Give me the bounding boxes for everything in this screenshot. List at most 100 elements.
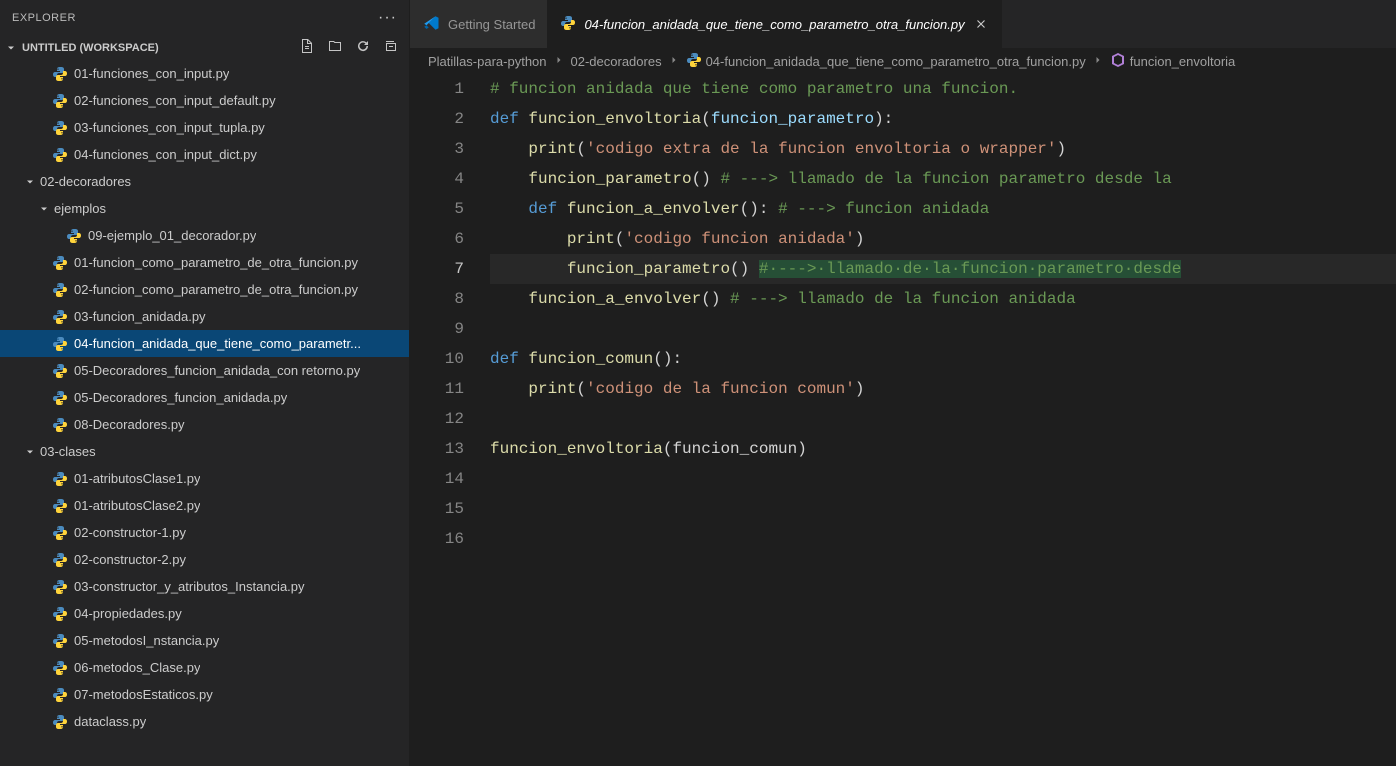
code-editor[interactable]: 12345678910111213141516 # funcion anidad… — [410, 74, 1396, 766]
file-item[interactable]: 08-Decoradores.py — [0, 411, 409, 438]
file-item[interactable]: 03-funciones_con_input_tupla.py — [0, 114, 409, 141]
file-item[interactable]: 02-constructor-1.py — [0, 519, 409, 546]
file-item[interactable]: 01-funcion_como_parametro_de_otra_funcio… — [0, 249, 409, 276]
file-item[interactable]: 09-ejemplo_01_decorador.py — [0, 222, 409, 249]
explorer-title: EXPLORER — [12, 12, 76, 24]
workspace-actions — [299, 38, 407, 57]
python-icon — [52, 471, 68, 487]
folder-item[interactable]: ejemplos — [0, 195, 409, 222]
python-icon — [52, 120, 68, 136]
code-text-area[interactable]: # funcion anidada que tiene como paramet… — [490, 74, 1396, 766]
file-item[interactable]: 02-funcion_como_parametro_de_otra_funcio… — [0, 276, 409, 303]
tree-item-label: 06-metodos_Clase.py — [74, 660, 200, 675]
tree-item-label: 08-Decoradores.py — [74, 417, 185, 432]
line-number: 9 — [410, 314, 464, 344]
line-number: 1 — [410, 74, 464, 104]
code-line[interactable]: funcion_parametro() # ---> llamado de la… — [490, 164, 1396, 194]
file-item[interactable]: dataclass.py — [0, 708, 409, 735]
file-item[interactable]: 06-metodos_Clase.py — [0, 654, 409, 681]
line-number: 7 — [410, 254, 464, 284]
editor-tab[interactable]: 04-funcion_anidada_que_tiene_como_parame… — [548, 0, 1001, 48]
python-icon — [52, 660, 68, 676]
tree-item-label: 03-funciones_con_input_tupla.py — [74, 120, 265, 135]
file-item[interactable]: 05-Decoradores_funcion_anidada.py — [0, 384, 409, 411]
code-line[interactable]: def funcion_comun(): — [490, 344, 1396, 374]
file-item[interactable]: 05-Decoradores_funcion_anidada_con retor… — [0, 357, 409, 384]
editor-tab[interactable]: Getting Started — [410, 0, 548, 48]
python-icon — [52, 687, 68, 703]
tree-item-label: 09-ejemplo_01_decorador.py — [88, 228, 256, 243]
code-line[interactable]: def funcion_envoltoria(funcion_parametro… — [490, 104, 1396, 134]
code-line[interactable] — [490, 524, 1396, 554]
folder-item[interactable]: 02-decoradores — [0, 168, 409, 195]
file-item[interactable]: 03-constructor_y_atributos_Instancia.py — [0, 573, 409, 600]
file-item[interactable]: 04-funcion_anidada_que_tiene_como_parame… — [0, 330, 409, 357]
line-number: 6 — [410, 224, 464, 254]
python-icon — [52, 309, 68, 325]
code-line[interactable]: print('codigo de la funcion comun') — [490, 374, 1396, 404]
code-line[interactable]: funcion_a_envolver() # ---> llamado de l… — [490, 284, 1396, 314]
breadcrumbs[interactable]: Platillas-para-python 02-decoradores 04-fu… — [410, 48, 1396, 74]
chevron-down-icon — [4, 42, 18, 54]
tree-item-label: 03-clases — [40, 444, 96, 459]
breadcrumb-item[interactable]: 02-decoradores — [571, 54, 662, 69]
file-tree[interactable]: 01-funciones_con_input.py 02-funciones_co… — [0, 60, 409, 766]
new-file-icon[interactable] — [299, 38, 315, 57]
refresh-icon[interactable] — [355, 38, 371, 57]
breadcrumb-item[interactable]: funcion_envoltoria — [1110, 52, 1236, 71]
code-line[interactable] — [490, 494, 1396, 524]
python-icon — [52, 336, 68, 352]
tree-item-label: 02-funciones_con_input_default.py — [74, 93, 276, 108]
tree-item-label: 03-funcion_anidada.py — [74, 309, 206, 324]
line-number: 3 — [410, 134, 464, 164]
collapse-all-icon[interactable] — [383, 38, 399, 57]
chevron-down-icon — [36, 203, 52, 215]
python-icon — [52, 147, 68, 163]
code-line[interactable]: print('codigo funcion anidada') — [490, 224, 1396, 254]
tab-label: 04-funcion_anidada_que_tiene_como_parame… — [584, 17, 964, 32]
tree-item-label: 05-Decoradores_funcion_anidada_con retor… — [74, 363, 360, 378]
code-line[interactable]: print('codigo extra de la funcion envolt… — [490, 134, 1396, 164]
file-item[interactable]: 01-atributosClase1.py — [0, 465, 409, 492]
close-icon[interactable] — [973, 16, 989, 32]
breadcrumb-label: 02-decoradores — [571, 54, 662, 69]
code-line[interactable]: funcion_envoltoria(funcion_comun) — [490, 434, 1396, 464]
code-line[interactable]: # funcion anidada que tiene como paramet… — [490, 74, 1396, 104]
file-item[interactable]: 07-metodosEstaticos.py — [0, 681, 409, 708]
file-item[interactable]: 03-funcion_anidada.py — [0, 303, 409, 330]
code-line[interactable]: funcion_parametro() #·--->·llamado·de·la… — [490, 254, 1396, 284]
tree-item-label: 01-funciones_con_input.py — [74, 66, 229, 81]
file-item[interactable]: 02-constructor-2.py — [0, 546, 409, 573]
tree-item-label: 04-funcion_anidada_que_tiene_como_parame… — [74, 336, 361, 351]
line-number: 10 — [410, 344, 464, 374]
new-folder-icon[interactable] — [327, 38, 343, 57]
python-icon — [52, 552, 68, 568]
file-item[interactable]: 01-atributosClase2.py — [0, 492, 409, 519]
breadcrumb-item[interactable]: 04-funcion_anidada_que_tiene_como_parame… — [686, 52, 1086, 71]
main-editor-area: Getting Started 04-funcion_anidada_que_ti… — [410, 0, 1396, 766]
line-number: 2 — [410, 104, 464, 134]
tree-item-label: 04-propiedades.py — [74, 606, 182, 621]
file-item[interactable]: 01-funciones_con_input.py — [0, 60, 409, 87]
python-icon — [52, 363, 68, 379]
file-item[interactable]: 04-propiedades.py — [0, 600, 409, 627]
workspace-header[interactable]: UNTITLED (WORKSPACE) — [0, 35, 409, 60]
code-line[interactable] — [490, 464, 1396, 494]
breadcrumb-item[interactable]: Platillas-para-python — [428, 54, 547, 69]
python-icon — [52, 633, 68, 649]
tree-item-label: dataclass.py — [74, 714, 146, 729]
file-item[interactable]: 02-funciones_con_input_default.py — [0, 87, 409, 114]
folder-item[interactable]: 03-clases — [0, 438, 409, 465]
more-actions-icon[interactable]: ··· — [378, 9, 397, 27]
symbol-icon — [1110, 52, 1126, 71]
file-item[interactable]: 04-funciones_con_input_dict.py — [0, 141, 409, 168]
explorer-header: EXPLORER ··· — [0, 0, 409, 35]
code-line[interactable]: def funcion_a_envolver(): # ---> funcion… — [490, 194, 1396, 224]
python-icon — [52, 93, 68, 109]
file-item[interactable]: 05-metodosI_nstancia.py — [0, 627, 409, 654]
breadcrumb-label: funcion_envoltoria — [1130, 54, 1236, 69]
line-number: 11 — [410, 374, 464, 404]
tree-item-label: 03-constructor_y_atributos_Instancia.py — [74, 579, 305, 594]
code-line[interactable] — [490, 314, 1396, 344]
code-line[interactable] — [490, 404, 1396, 434]
